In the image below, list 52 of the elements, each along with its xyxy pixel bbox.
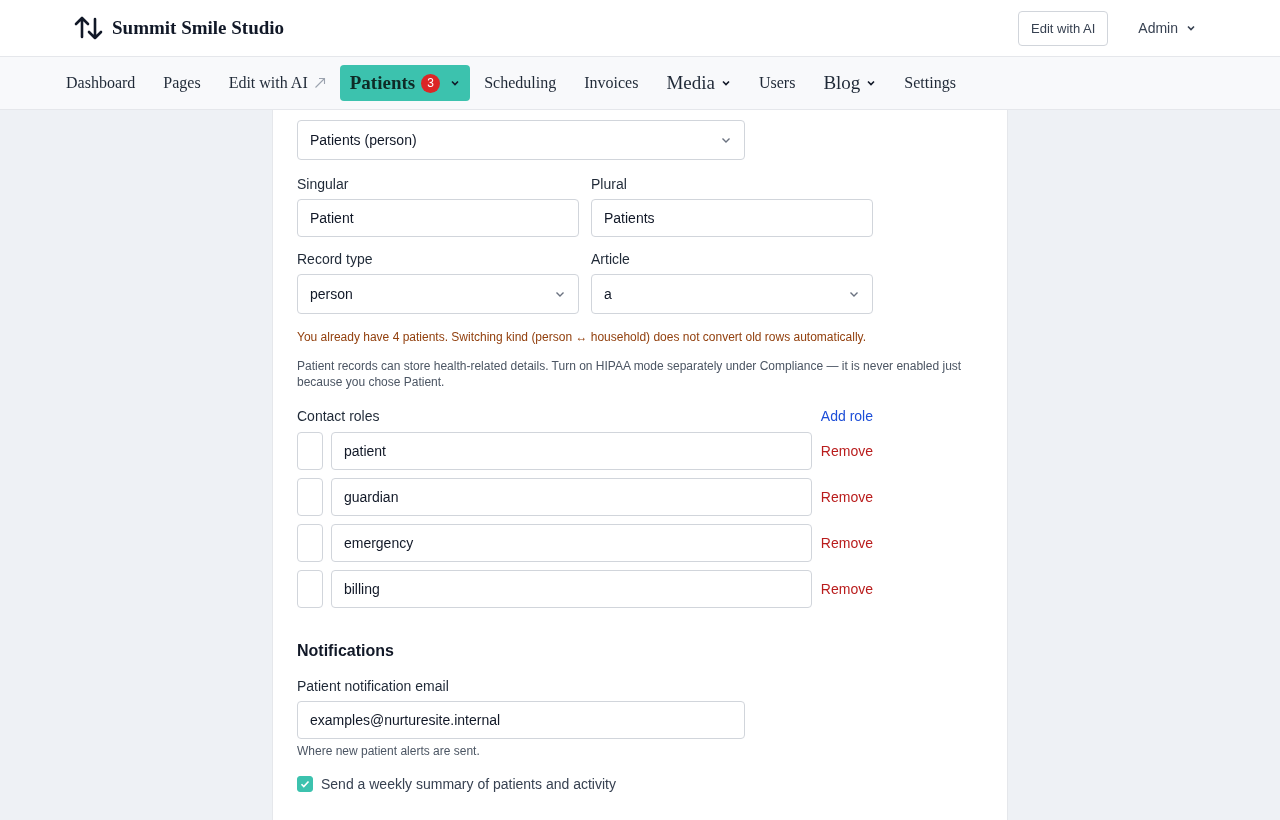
field-label: Plural	[591, 176, 628, 192]
remove-link[interactable]: Remove	[820, 443, 873, 459]
singular-field[interactable]: Patient	[297, 199, 579, 237]
nav-item[interactable]: Blog	[809, 64, 891, 102]
remove-link[interactable]: Remove	[820, 581, 873, 597]
chevron-down-icon	[450, 78, 461, 88]
email-field[interactable]: examples@nurturesite.internal	[297, 701, 745, 739]
role-handle-field[interactable]	[297, 570, 323, 608]
arrow-up-right-icon	[313, 77, 326, 89]
field-label: Singular	[297, 176, 350, 192]
hint-text: Where new patient alerts are sent.	[297, 744, 481, 758]
count-badge: 3	[421, 73, 441, 93]
nav-item[interactable]: Invoices	[570, 66, 653, 100]
nav-item[interactable]: Scheduling	[470, 66, 571, 100]
warning-text: You already have 4 patients. Switching kind (person ↔ household) does not convert old rows automatically.	[297, 330, 867, 344]
article-select[interactable]: a	[591, 274, 873, 314]
user-menu[interactable]: Admin	[1134, 16, 1200, 40]
checkbox[interactable]	[297, 776, 313, 792]
chevron-down-icon	[720, 78, 731, 88]
field-label: Record type	[297, 251, 374, 267]
checkmark-icon	[299, 778, 311, 790]
field-label: Patient notification email	[297, 678, 450, 694]
help-text: Patient records can store health-related details. Turn on HIPAA mode separately under Compliance — it is never enabled just because you chose Patient.	[297, 358, 963, 390]
role-handle-field[interactable]	[297, 478, 323, 516]
brand-name: Summit Smile Studio	[112, 17, 285, 39]
checkbox-label: Send a weekly summary of patients and activity	[321, 776, 616, 792]
chevron-down-icon	[1186, 23, 1196, 33]
role-field[interactable]: guardian	[330, 478, 812, 516]
role-field[interactable]: patient	[330, 432, 812, 470]
nav-item[interactable]: Dashboard	[52, 66, 150, 100]
nav-item[interactable]: Users	[744, 66, 810, 100]
role-field[interactable]: billing	[330, 570, 812, 608]
plural-field[interactable]: Patients	[591, 199, 873, 237]
nav-item[interactable]: Pages	[149, 66, 215, 100]
role-handle-field[interactable]	[297, 524, 323, 562]
remove-link[interactable]: Remove	[820, 489, 873, 505]
record-type-select[interactable]: person	[297, 274, 579, 314]
sort-arrows-icon	[74, 15, 104, 41]
catalog-select[interactable]: Patients (person)	[297, 120, 745, 160]
role-field[interactable]: emergency	[330, 524, 812, 562]
role-handle-field[interactable]	[297, 432, 323, 470]
remove-link[interactable]: Remove	[820, 535, 873, 551]
add-role-link[interactable]: Add role	[820, 408, 873, 424]
nav-item[interactable]: Settings	[890, 66, 970, 100]
chevron-down-icon	[866, 78, 877, 88]
nav-item[interactable]: Media	[652, 64, 745, 102]
nav-item[interactable]: Patients 3	[339, 65, 471, 101]
section-label: Contact roles	[297, 408, 380, 424]
edit-with-ai-button[interactable]: Edit with AI	[1018, 10, 1109, 46]
section-heading: Notifications	[297, 642, 395, 660]
field-label: Article	[591, 251, 631, 267]
nav-item[interactable]: Edit with AI	[214, 66, 340, 100]
